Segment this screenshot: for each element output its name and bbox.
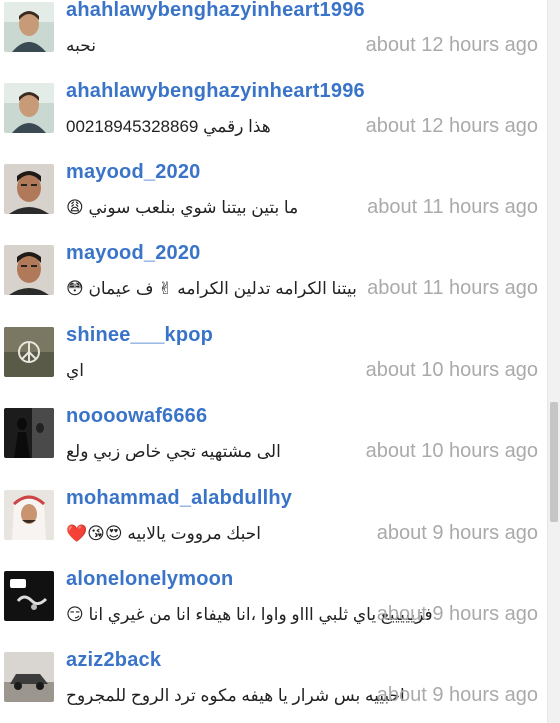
vip-badge-image-icon [4, 571, 54, 621]
timestamp: about 9 hours ago [376, 522, 538, 544]
avatar[interactable] [4, 164, 54, 214]
comment-text: اي [66, 361, 85, 380]
comment-text: ما بتين بيتنا شوي بنلعب سوني 😩 [66, 198, 299, 217]
avatar[interactable] [4, 327, 54, 377]
timestamp: about 9 hours ago [376, 684, 538, 706]
avatar[interactable] [4, 490, 54, 540]
username-link[interactable]: noooowaf6666 [66, 405, 207, 428]
vertical-scrollbar[interactable] [547, 0, 560, 723]
comment-row: alonelonelymoon فزيييييع ياي ثلبي اااو و… [0, 568, 548, 651]
timestamp: about 12 hours ago [365, 115, 538, 137]
comment-row: ahahlawybenghazyinheart1996 هذا رقمي 002… [0, 80, 548, 163]
comment-row: aziz2back احبييه بس شرار يا هيفه مكوه تر… [0, 649, 548, 723]
timestamp: about 9 hours ago [376, 603, 538, 625]
comment-row: ahahlawybenghazyinheart1996 نحبه about 1… [0, 0, 548, 82]
man-portrait-icon [4, 2, 54, 52]
username-link[interactable]: alonelonelymoon [66, 568, 233, 591]
comment-list: ahahlawybenghazyinheart1996 نحبه about 1… [0, 0, 548, 723]
dark-silhouette-icon [4, 408, 54, 458]
comment-text: نحبه [66, 36, 96, 55]
comment-row: mayood_2020 ما بتين بيتنا شوي بنلعب سوني… [0, 161, 548, 244]
comment-text: هذا رقمي 00218945328869 [66, 117, 271, 136]
comment-row: mohammad_alabdullhy احبك مرووت يالابيه 😍… [0, 487, 548, 570]
comment-text: بيتنا الكرامه تدلين الكرامه ✌ ف عيمان 😳 [66, 279, 357, 298]
comment-row: noooowaf6666 الى مشتهيه تجي خاص زبي ولع … [0, 405, 548, 488]
comment-row: mayood_2020 بيتنا الكرامه تدلين الكرامه … [0, 242, 548, 325]
scrollbar-thumb[interactable] [550, 402, 558, 522]
timestamp: about 11 hours ago [367, 277, 538, 299]
timestamp: about 10 hours ago [365, 440, 538, 462]
username-link[interactable]: mayood_2020 [66, 242, 201, 265]
comment-row: shinee___kpop اي about 10 hours ago [0, 324, 548, 407]
man-portrait-icon [4, 83, 54, 133]
comment-text: الى مشتهيه تجي خاص زبي ولع [66, 442, 281, 461]
comment-text: احبييه بس شرار يا هيفه مكوه ترد الروح لل… [66, 686, 405, 705]
young-man-portrait-icon [4, 164, 54, 214]
username-link[interactable]: mayood_2020 [66, 161, 201, 184]
avatar[interactable] [4, 571, 54, 621]
username-link[interactable]: mohammad_alabdullhy [66, 487, 292, 510]
peace-sign-image-icon [4, 327, 54, 377]
timestamp: about 10 hours ago [365, 359, 538, 381]
avatar[interactable] [4, 83, 54, 133]
timestamp: about 11 hours ago [367, 196, 538, 218]
avatar[interactable] [4, 408, 54, 458]
avatar[interactable] [4, 245, 54, 295]
car-image-icon [4, 652, 54, 702]
username-link[interactable]: aziz2back [66, 649, 161, 672]
timestamp: about 12 hours ago [365, 34, 538, 56]
avatar[interactable] [4, 652, 54, 702]
comment-text: احبك مرووت يالابيه 😍😘❤️ [66, 524, 261, 543]
avatar[interactable] [4, 2, 54, 52]
young-man-portrait-icon [4, 245, 54, 295]
username-link[interactable]: shinee___kpop [66, 324, 213, 347]
man-headdress-icon [4, 490, 54, 540]
username-link[interactable]: ahahlawybenghazyinheart1996 [66, 80, 365, 103]
username-link[interactable]: ahahlawybenghazyinheart1996 [66, 0, 365, 22]
